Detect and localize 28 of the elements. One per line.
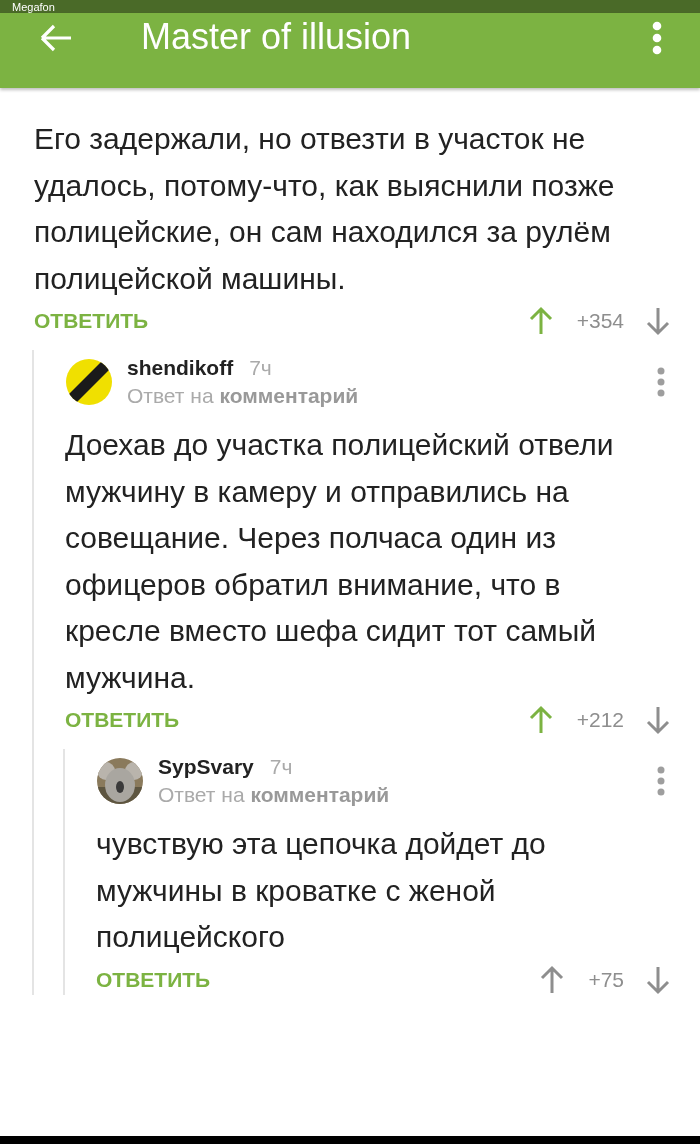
comment-text: Его задержали, но отвезти в участок не удалось, потому-что, как выяснили позже полицейские, он сам находился за рулём полицейской машины. <box>34 121 616 297</box>
reply-to-text: Ответ на комментарий <box>127 384 360 408</box>
more-icon[interactable] <box>656 367 666 397</box>
more-icon[interactable] <box>656 766 666 796</box>
reply-link[interactable]: ОТВЕТИТЬ <box>34 309 529 333</box>
score-count: +354 <box>576 309 624 333</box>
reply-to-text: Ответ на комментарий <box>158 783 391 807</box>
score-count: +75 <box>588 967 624 992</box>
carrier-name: Megafon <box>12 0 55 13</box>
menu-icon[interactable] <box>652 21 662 55</box>
timestamp: 7ч <box>249 356 272 380</box>
author-name[interactable]: shendikoff <box>127 356 234 380</box>
downvote-icon[interactable] <box>646 306 670 336</box>
upvote-icon[interactable] <box>540 964 565 995</box>
score-count: +212 <box>576 708 624 732</box>
back-icon[interactable] <box>38 23 74 53</box>
upvote-icon[interactable] <box>528 705 553 735</box>
downvote-icon[interactable] <box>646 964 670 995</box>
downvote-icon[interactable] <box>646 705 670 735</box>
reply-link[interactable]: ОТВЕТИТЬ <box>96 967 541 992</box>
comment-text: Доехав до участка полицейский отвели мужчину в камеру и отправились на совещание. Через полчаса один из офицеров обратил внимание, что в кресле вместо шефа сидит тот самый мужчина. <box>65 427 615 696</box>
avatar-logo-icon[interactable] <box>65 358 113 406</box>
author-name[interactable]: SypSvary <box>158 755 254 779</box>
comment-text: чувствую эта цепочка дойдет до мужчины в кроватке с женой полицейского <box>96 826 547 955</box>
reply-link[interactable]: ОТВЕТИТЬ <box>65 708 529 732</box>
timestamp: 7ч <box>269 755 293 779</box>
screen-title: Master of illusion <box>141 17 413 57</box>
upvote-icon[interactable] <box>528 306 553 336</box>
